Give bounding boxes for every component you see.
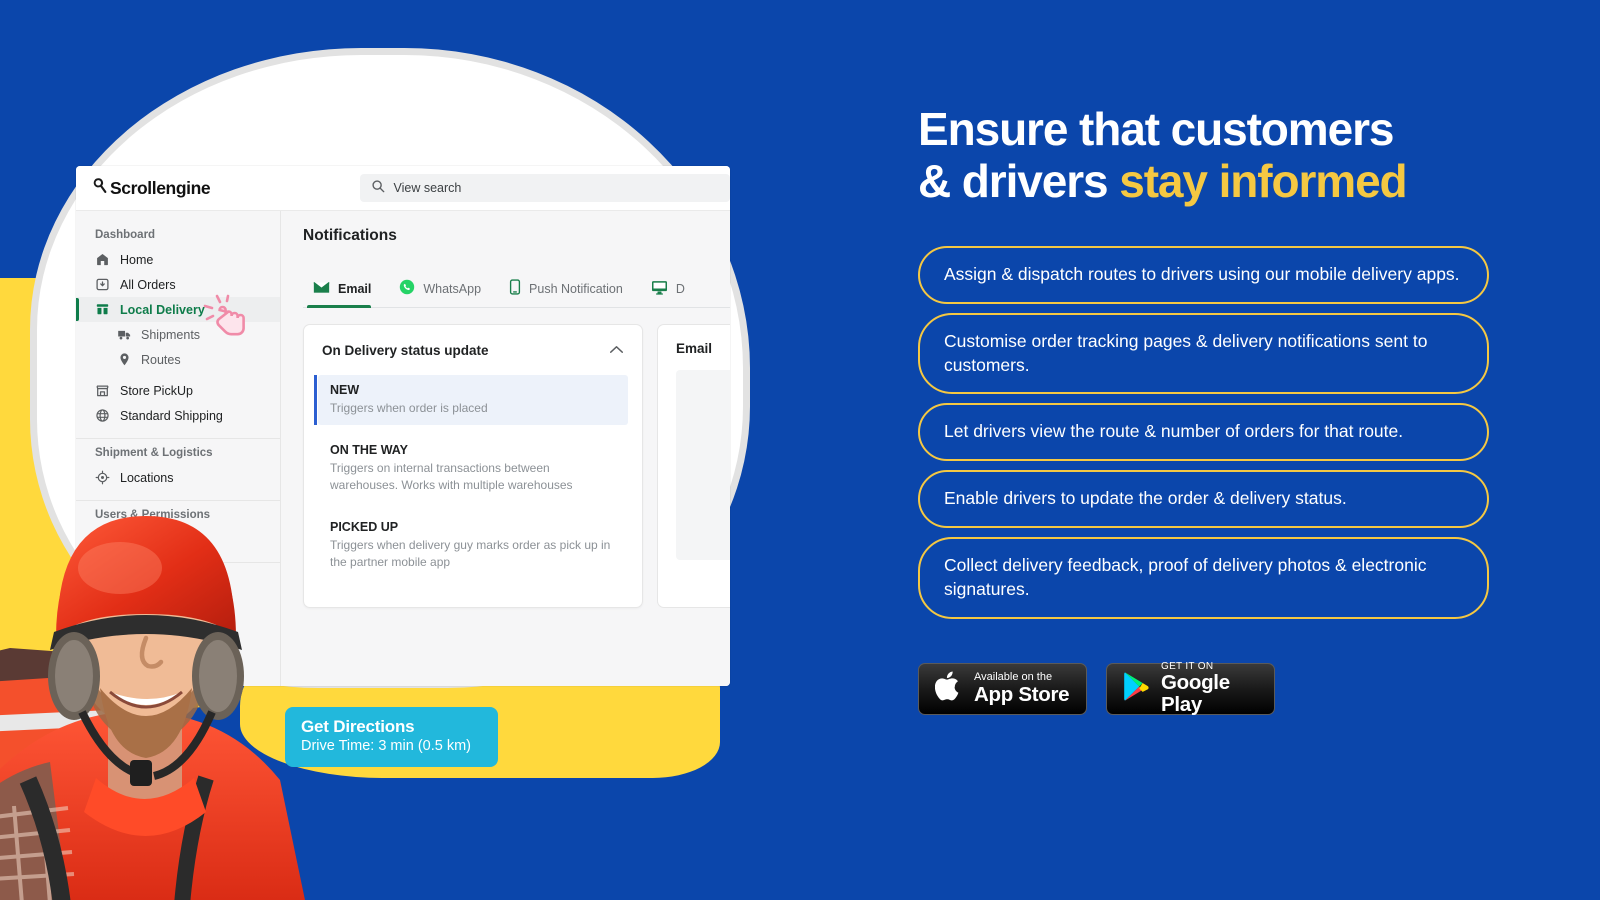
search-input-value: View search bbox=[393, 181, 462, 195]
sidebar-item-shipments[interactable]: Shipments bbox=[76, 322, 280, 347]
search-icon bbox=[371, 179, 385, 198]
page-headline: Ensure that customers & drivers stay inf… bbox=[918, 103, 1518, 208]
sidebar-item-standard-shipping[interactable]: Standard Shipping bbox=[76, 403, 280, 428]
email-preview-title: Email bbox=[676, 341, 713, 356]
get-directions-title: Get Directions bbox=[301, 717, 415, 736]
status-name: NEW bbox=[330, 383, 360, 397]
tab-whatsapp[interactable]: WhatsApp bbox=[393, 275, 503, 307]
tab-label: Email bbox=[338, 281, 372, 296]
mobile-phone-icon bbox=[509, 279, 521, 298]
tab-label: Push Notification bbox=[529, 281, 623, 296]
accordion-header[interactable]: On Delivery status update bbox=[322, 341, 624, 359]
sidebar-divider-1 bbox=[76, 438, 280, 439]
brand-name: Scrollengine bbox=[110, 177, 211, 198]
sidebar-item-home[interactable]: Home bbox=[76, 247, 280, 272]
feature-pill-5: Collect delivery feedback, proof of deli… bbox=[918, 536, 1489, 619]
google-play-bottom-label: Google Play bbox=[1161, 670, 1230, 717]
desktop-monitor-icon bbox=[651, 280, 668, 298]
feature-list: Assign & dispatch routes to drivers usin… bbox=[918, 245, 1518, 619]
sidebar-item-label: Local Delivery bbox=[120, 302, 205, 317]
google-play-button[interactable]: GET IT ON Google Play bbox=[1106, 661, 1275, 717]
brand-logo[interactable]: Scrollengine bbox=[76, 177, 258, 199]
feature-pill-1: Assign & dispatch routes to drivers usin… bbox=[918, 245, 1489, 304]
chevron-up-icon[interactable] bbox=[609, 341, 624, 359]
whatsapp-icon bbox=[399, 279, 415, 298]
store-icon bbox=[95, 383, 110, 398]
get-directions-badge[interactable]: Get Directions Drive Time: 3 min (0.5 km… bbox=[285, 707, 498, 767]
app-store-button[interactable]: Available on the App Store bbox=[918, 662, 1087, 715]
globe-icon bbox=[95, 408, 110, 423]
app-store-bottom-label: App Store bbox=[974, 682, 1070, 706]
sidebar-item-label: Shipments bbox=[141, 327, 201, 342]
sidebar-item-label: Home bbox=[120, 252, 154, 267]
tab-push-notification[interactable]: Push Notification bbox=[503, 275, 645, 307]
headline-line-1: Ensure that customers bbox=[918, 103, 1394, 155]
apple-logo-icon bbox=[934, 669, 964, 708]
scrollengine-pin-icon bbox=[92, 177, 107, 199]
sidebar-item-local-delivery[interactable]: Local Delivery bbox=[76, 297, 280, 322]
sidebar-item-store-pickup[interactable]: Store PickUp bbox=[76, 378, 280, 403]
feature-pill-3: Let drivers view the route & number of o… bbox=[918, 403, 1489, 462]
tab-desktop[interactable]: D bbox=[645, 275, 707, 307]
sidebar-item-label: Store PickUp bbox=[120, 383, 193, 398]
notification-channel-tabs: Email WhatsApp Push Notification D bbox=[303, 275, 730, 308]
google-play-logo-icon bbox=[1123, 671, 1151, 707]
sidebar-item-label: Standard Shipping bbox=[120, 408, 223, 423]
orders-inbox-icon bbox=[95, 277, 110, 292]
sidebar-item-routes[interactable]: Routes bbox=[76, 347, 280, 372]
sidebar-item-label: All Orders bbox=[120, 277, 176, 292]
headline-line-2-accent: stay informed bbox=[1119, 154, 1407, 207]
headline-line-2-plain: & drivers bbox=[918, 154, 1120, 207]
delivery-box-icon bbox=[95, 302, 110, 317]
app-store-top-label: Available on the bbox=[974, 671, 1053, 684]
drive-time-text: Drive Time: 3 min (0.5 km) bbox=[301, 738, 471, 754]
truck-icon bbox=[117, 327, 132, 342]
status-item-new[interactable]: NEW Triggers when order is placed bbox=[314, 375, 628, 426]
map-pin-icon bbox=[117, 352, 132, 367]
status-description: Triggers when order is placed bbox=[330, 401, 488, 415]
dashboard-topbar: Scrollengine View search bbox=[76, 166, 730, 211]
delivery-driver-photo bbox=[0, 460, 440, 900]
accordion-title: On Delivery status update bbox=[322, 342, 489, 358]
feature-pill-2: Customise order tracking pages & deliver… bbox=[918, 312, 1489, 395]
page-title: Notifications bbox=[303, 227, 397, 244]
sidebar-item-label: Routes bbox=[141, 352, 181, 367]
email-preview-body bbox=[676, 370, 730, 560]
sidebar-item-all-orders[interactable]: All Orders bbox=[76, 272, 280, 297]
home-icon bbox=[95, 252, 110, 267]
email-preview-card: Email bbox=[657, 324, 730, 609]
envelope-icon bbox=[313, 281, 330, 297]
tab-label: WhatsApp bbox=[423, 281, 482, 296]
status-name: ON THE WAY bbox=[330, 443, 409, 458]
feature-pill-4: Enable drivers to update the order & del… bbox=[918, 470, 1489, 528]
tab-label: D bbox=[675, 281, 685, 296]
app-store-badges: Available on the App Store GET IT ON Goo… bbox=[918, 661, 1518, 717]
search-input[interactable]: View search bbox=[359, 174, 730, 202]
sidebar-group-label-dashboard: Dashboard bbox=[95, 229, 156, 241]
marketing-column: Ensure that customers & drivers stay inf… bbox=[918, 0, 1518, 900]
tab-email[interactable]: Email bbox=[307, 275, 393, 308]
